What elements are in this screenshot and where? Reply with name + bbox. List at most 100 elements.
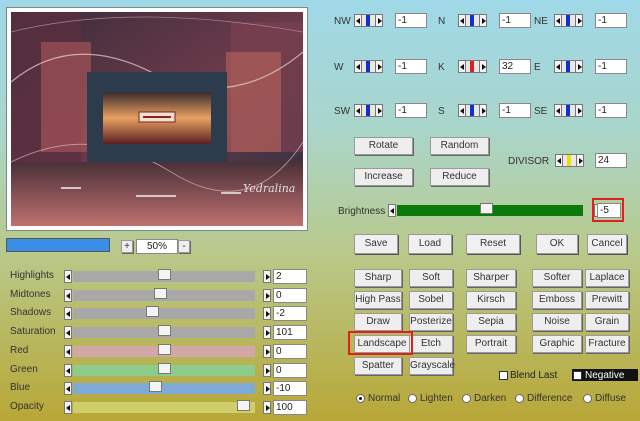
chevron-right-icon[interactable]: [479, 60, 487, 73]
matrix-w-spinner[interactable]: [354, 60, 383, 73]
zoom-level[interactable]: 50%: [136, 239, 178, 254]
chevron-left-icon[interactable]: [64, 270, 72, 283]
preset-draw-button[interactable]: Draw: [354, 313, 402, 331]
matrix-s-spinner[interactable]: [458, 104, 487, 117]
preset-high-pass-button[interactable]: High Pass: [354, 291, 402, 309]
brightness-slider[interactable]: [388, 203, 602, 218]
chevron-right-icon[interactable]: [375, 104, 383, 117]
preset-etch-button[interactable]: Etch: [409, 335, 453, 353]
matrix-se-value[interactable]: -1: [595, 103, 627, 118]
red-thumb[interactable]: [157, 343, 171, 355]
matrix-sw-value[interactable]: -1: [395, 103, 427, 118]
preset-sharper-button[interactable]: Sharper: [466, 269, 516, 287]
chevron-left-icon[interactable]: [458, 60, 466, 73]
preset-kirsch-button[interactable]: Kirsch: [466, 291, 516, 309]
chevron-left-icon[interactable]: [64, 363, 72, 377]
cancel-button[interactable]: Cancel: [587, 234, 627, 254]
preset-grain-button[interactable]: Grain: [585, 313, 629, 331]
blue-slider[interactable]: [64, 381, 271, 396]
blue-value[interactable]: -10: [273, 381, 307, 397]
green-slider[interactable]: [64, 362, 271, 378]
opacity-thumb[interactable]: [236, 399, 250, 411]
chevron-right-icon[interactable]: [263, 326, 271, 340]
preset-prewitt-button[interactable]: Prewitt: [585, 291, 629, 309]
preset-portrait-button[interactable]: Portrait: [466, 335, 516, 353]
preset-spatter-button[interactable]: Spatter: [354, 357, 402, 375]
midtones-slider[interactable]: [64, 287, 271, 303]
shadows-value[interactable]: -2: [273, 306, 307, 322]
divisor-spinner[interactable]: [555, 154, 584, 167]
preset-sharp-button[interactable]: Sharp: [354, 269, 402, 287]
chevron-right-icon[interactable]: [575, 104, 583, 117]
preset-fracture-button[interactable]: Fracture: [585, 335, 629, 353]
chevron-left-icon[interactable]: [64, 326, 72, 340]
random-button[interactable]: Random: [430, 137, 489, 155]
save-button[interactable]: Save: [354, 234, 398, 254]
chevron-right-icon[interactable]: [375, 60, 383, 73]
chevron-right-icon[interactable]: [263, 288, 271, 302]
chevron-left-icon[interactable]: [458, 104, 466, 117]
shadows-slider[interactable]: [64, 306, 271, 321]
preset-sobel-button[interactable]: Sobel: [409, 291, 453, 309]
preset-posterize-button[interactable]: Posterize: [409, 313, 453, 331]
chevron-right-icon[interactable]: [263, 307, 271, 321]
red-slider[interactable]: [64, 343, 271, 359]
preset-noise-button[interactable]: Noise: [532, 313, 582, 331]
chevron-right-icon[interactable]: [263, 400, 271, 414]
chevron-right-icon[interactable]: [375, 14, 383, 27]
preview-image[interactable]: Yedralina: [11, 12, 303, 226]
chevron-left-icon[interactable]: [64, 344, 72, 358]
chevron-left-icon[interactable]: [64, 400, 72, 414]
preset-sepia-button[interactable]: Sepia: [466, 313, 516, 331]
chevron-right-icon[interactable]: [263, 382, 271, 396]
mode-diffuse-radio[interactable]: Diffuse: [583, 393, 626, 404]
negative-checkbox[interactable]: Negative: [572, 369, 638, 381]
mode-darken-radio[interactable]: Darken: [462, 393, 506, 404]
load-button[interactable]: Load: [408, 234, 452, 254]
zoom-in-button[interactable]: +: [121, 240, 133, 253]
chevron-left-icon[interactable]: [554, 14, 562, 27]
opacity-slider[interactable]: [64, 399, 271, 415]
matrix-ne-spinner[interactable]: [554, 14, 583, 27]
chevron-left-icon[interactable]: [554, 104, 562, 117]
chevron-right-icon[interactable]: [479, 14, 487, 27]
red-value[interactable]: 0: [273, 343, 307, 359]
matrix-k-spinner[interactable]: [458, 60, 487, 73]
matrix-k-value[interactable]: 32: [499, 59, 531, 74]
chevron-right-icon[interactable]: [576, 154, 584, 167]
green-value[interactable]: 0: [273, 362, 307, 378]
chevron-right-icon[interactable]: [575, 14, 583, 27]
shadows-thumb[interactable]: [145, 306, 159, 318]
chevron-left-icon[interactable]: [354, 60, 362, 73]
preset-softer-button[interactable]: Softer: [532, 269, 582, 287]
preset-grayscale-button[interactable]: Grayscale: [409, 357, 455, 375]
blend-last-checkbox[interactable]: Blend Last: [499, 370, 557, 381]
green-thumb[interactable]: [157, 362, 171, 374]
saturation-thumb[interactable]: [157, 325, 171, 337]
increase-button[interactable]: Increase: [354, 168, 413, 186]
chevron-right-icon[interactable]: [575, 60, 583, 73]
midtones-thumb[interactable]: [154, 287, 168, 299]
blue-thumb[interactable]: [149, 381, 163, 393]
mode-lighten-radio[interactable]: Lighten: [408, 393, 453, 404]
chevron-left-icon[interactable]: [555, 154, 563, 167]
reduce-button[interactable]: Reduce: [430, 168, 489, 186]
saturation-value[interactable]: 101: [273, 325, 307, 341]
ok-button[interactable]: OK: [536, 234, 578, 254]
matrix-se-spinner[interactable]: [554, 104, 583, 117]
reset-button[interactable]: Reset: [466, 234, 520, 254]
chevron-left-icon[interactable]: [64, 288, 72, 302]
chevron-right-icon[interactable]: [479, 104, 487, 117]
matrix-n-spinner[interactable]: [458, 14, 487, 27]
chevron-left-icon[interactable]: [458, 14, 466, 27]
matrix-w-value[interactable]: -1: [395, 59, 427, 74]
chevron-left-icon[interactable]: [354, 104, 362, 117]
preset-emboss-button[interactable]: Emboss: [532, 291, 582, 309]
chevron-left-icon[interactable]: [554, 60, 562, 73]
opacity-value[interactable]: 100: [273, 399, 307, 415]
preset-graphic-button[interactable]: Graphic: [532, 335, 582, 353]
matrix-sw-spinner[interactable]: [354, 104, 383, 117]
highlights-thumb[interactable]: [157, 269, 171, 280]
highlights-slider[interactable]: [64, 269, 271, 284]
zoom-out-button[interactable]: -: [178, 240, 190, 253]
